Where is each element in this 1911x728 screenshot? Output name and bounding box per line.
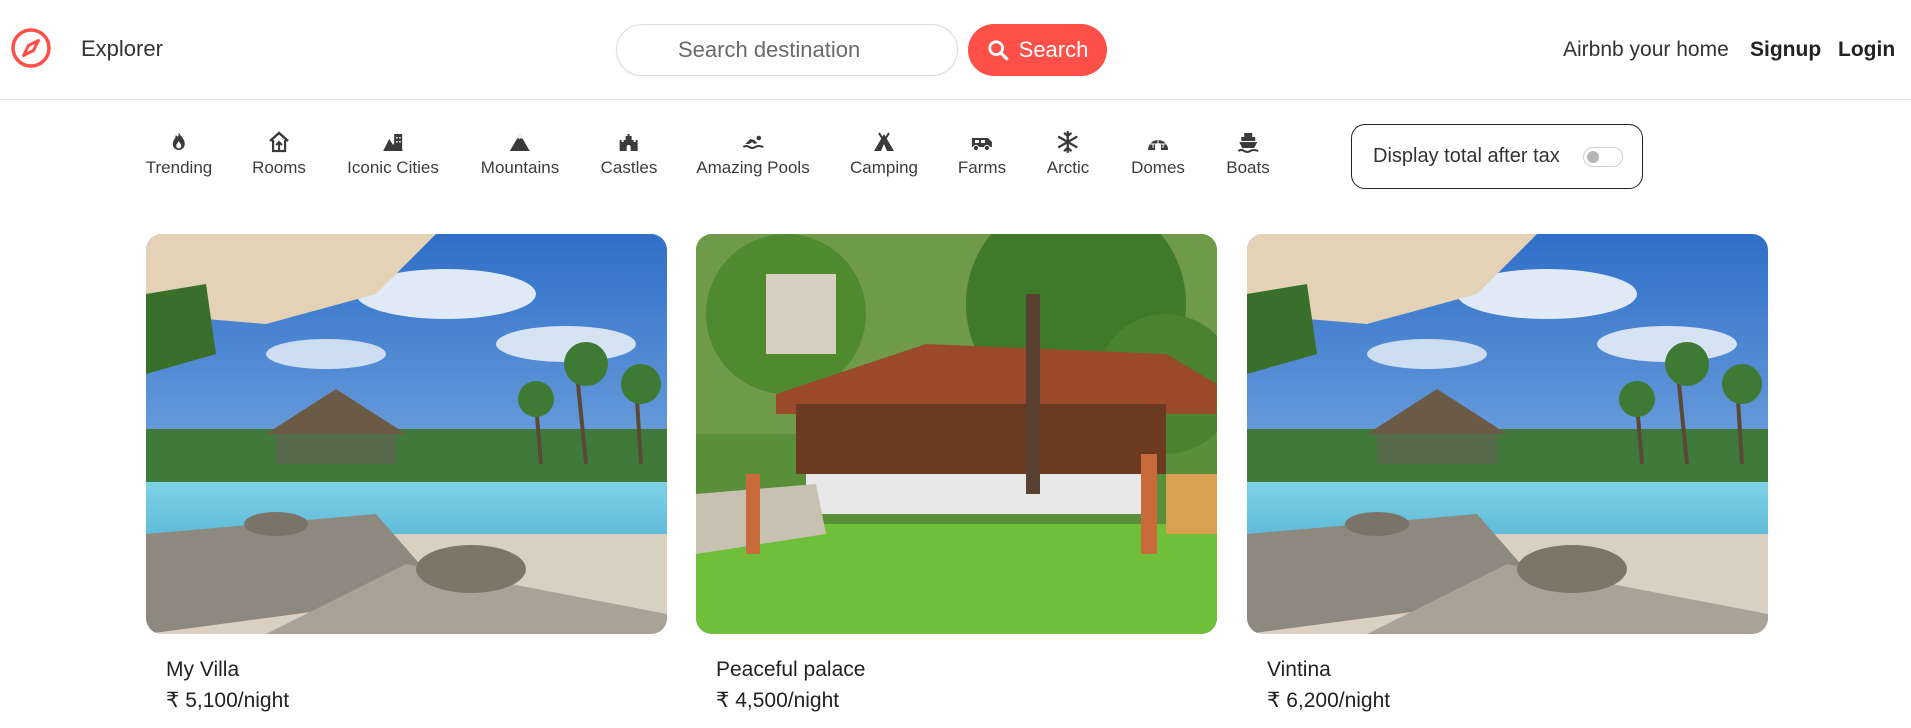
- category-label: Mountains: [480, 158, 560, 177]
- fire-icon: [173, 132, 185, 150]
- listing-photo[interactable]: [696, 234, 1217, 634]
- category-domes[interactable]: Domes: [1131, 130, 1185, 178]
- listing-photo[interactable]: [146, 234, 667, 634]
- airbnb-your-home-link[interactable]: Airbnb your home: [1563, 38, 1729, 62]
- category-label: Castles: [600, 158, 658, 177]
- city-icon: [382, 134, 403, 151]
- listing-title[interactable]: Peaceful palace: [716, 658, 865, 682]
- category-label: Arctic: [1046, 158, 1090, 177]
- login-link[interactable]: Login: [1838, 38, 1895, 62]
- search-input[interactable]: [616, 24, 958, 76]
- campground-icon: [873, 132, 894, 151]
- toggle-knob: [1587, 151, 1599, 163]
- category-label: Farms: [957, 158, 1007, 177]
- category-camping[interactable]: Camping: [850, 130, 918, 178]
- tax-display-toggle-box[interactable]: Display total after tax: [1351, 124, 1643, 189]
- home-icon: [269, 131, 289, 153]
- brand-name[interactable]: Explorer: [81, 36, 163, 62]
- mountain-icon: [510, 134, 530, 151]
- search-icon: [988, 40, 1008, 61]
- category-label: Camping: [849, 158, 919, 177]
- top-navbar: Explorer Search Airbnb your home Signup …: [0, 0, 1911, 100]
- category-castles[interactable]: Castles: [600, 130, 658, 178]
- category-filter-bar: Trending Rooms Iconic Cities Mountains C…: [0, 130, 1300, 200]
- swimmer-icon: [742, 135, 764, 149]
- tractor-icon: [971, 138, 992, 152]
- compass-icon[interactable]: [10, 27, 52, 69]
- listing-price: ₹ 4,500/night: [716, 689, 840, 712]
- igloo-icon: [1147, 138, 1168, 150]
- category-label: Domes: [1131, 158, 1185, 177]
- tax-toggle-label: Display total after tax: [1373, 145, 1560, 167]
- castle-icon: [620, 134, 638, 151]
- snowflake-icon: [1058, 130, 1078, 154]
- ship-icon: [1237, 133, 1259, 153]
- listing-price: ₹ 5,100/night: [166, 689, 290, 712]
- category-label: Boats: [1226, 158, 1270, 177]
- listing-photo[interactable]: [1247, 234, 1768, 634]
- search-button-label: Search: [1018, 37, 1089, 62]
- listing-title[interactable]: My Villa: [166, 658, 239, 682]
- category-arctic[interactable]: Arctic: [1046, 130, 1090, 178]
- listing-card[interactable]: Vintina ₹ 6,200/night: [1247, 234, 1768, 712]
- listing-card[interactable]: My Villa ₹ 5,100/night: [146, 234, 667, 712]
- signup-link[interactable]: Signup: [1750, 38, 1821, 62]
- category-boats[interactable]: Boats: [1226, 130, 1270, 178]
- category-label: Trending: [145, 158, 213, 177]
- category-amazing-pools[interactable]: Amazing Pools: [696, 130, 810, 178]
- category-farms[interactable]: Farms: [958, 130, 1006, 178]
- listing-title[interactable]: Vintina: [1267, 658, 1331, 682]
- category-trending[interactable]: Trending: [146, 130, 212, 178]
- listing-price: ₹ 6,200/night: [1267, 689, 1391, 712]
- listing-card[interactable]: Peaceful palace ₹ 4,500/night: [696, 234, 1217, 712]
- search-button[interactable]: Search: [968, 24, 1107, 76]
- category-label: Amazing Pools: [696, 158, 810, 177]
- category-rooms[interactable]: Rooms: [252, 130, 306, 178]
- category-mountains[interactable]: Mountains: [481, 130, 559, 178]
- category-label: Rooms: [252, 158, 306, 177]
- category-label: Iconic Cities: [347, 158, 439, 177]
- category-iconic-cities[interactable]: Iconic Cities: [347, 130, 439, 178]
- tax-toggle-switch[interactable]: [1583, 147, 1623, 167]
